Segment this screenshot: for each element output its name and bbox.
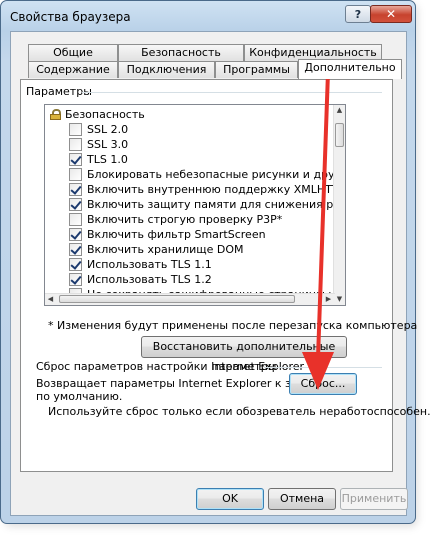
checkbox-unchecked[interactable] <box>69 168 82 181</box>
setting-item-label: Блокировать небезопасные рисунки и друго… <box>87 168 335 181</box>
scroll-left-arrow-icon[interactable]: ◀ <box>45 294 56 305</box>
setting-item[interactable]: Включить строгую проверку P3P* <box>45 212 335 227</box>
checkbox-checked[interactable] <box>69 228 82 241</box>
tab-general[interactable]: Общие <box>28 44 118 61</box>
setting-item[interactable]: SSL 3.0 <box>45 137 335 152</box>
setting-item[interactable]: Использовать TLS 1.1 <box>45 257 335 272</box>
tab-connections[interactable]: Подключения <box>118 61 215 78</box>
checkbox-checked[interactable] <box>69 153 82 166</box>
setting-item-label: Включить фильтр SmartScreen <box>87 228 266 241</box>
setting-item-label: Использовать TLS 1.2 <box>87 273 212 286</box>
category-label: Безопасность <box>65 108 145 121</box>
setting-item[interactable]: TLS 1.0 <box>45 152 335 167</box>
scroll-right-arrow-icon[interactable]: ▶ <box>323 294 334 305</box>
tab-programs[interactable]: Программы <box>215 61 298 78</box>
setting-item-label: Использовать TLS 1.1 <box>87 258 212 271</box>
horizontal-scrollbar[interactable]: ◀ ▶ <box>45 293 335 305</box>
scroll-up-arrow-icon[interactable]: ▲ <box>334 105 345 116</box>
setting-item-label: SSL 2.0 <box>87 123 129 136</box>
close-button[interactable]: ✕ <box>370 5 412 23</box>
setting-item-label: TLS 1.0 <box>87 153 128 166</box>
tab-security[interactable]: Безопасность <box>118 44 244 61</box>
restart-note: * Изменения будут применены после переза… <box>48 319 418 332</box>
tree-category-security[interactable]: Безопасность <box>45 107 335 122</box>
checkbox-checked[interactable] <box>69 243 82 256</box>
close-icon: ✕ <box>385 7 397 21</box>
setting-item[interactable]: SSL 2.0 <box>45 122 335 137</box>
checkbox-checked[interactable] <box>69 258 82 271</box>
checkbox-checked[interactable] <box>69 273 82 286</box>
checkbox-unchecked[interactable] <box>69 213 82 226</box>
tab-advanced[interactable]: Дополнительно <box>298 59 402 79</box>
lock-icon <box>50 109 61 120</box>
setting-item-label: Включить строгую проверку P3P* <box>87 213 283 226</box>
settings-tree-list[interactable]: Безопасность SSL 2.0 SSL 3.0 TLS 1.0 Блокир… <box>44 104 346 306</box>
scroll-down-arrow-icon[interactable]: ▼ <box>334 294 345 305</box>
vertical-scroll-thumb[interactable] <box>335 123 344 147</box>
setting-item[interactable]: Использовать TLS 1.2 <box>45 272 335 287</box>
setting-item-label: Включить внутреннюю поддержку XMLHTTP <box>87 183 335 196</box>
restore-advanced-button[interactable]: Восстановить дополнительные параметры <box>141 336 347 373</box>
setting-item[interactable]: Блокировать небезопасные рисунки и друго… <box>45 167 335 182</box>
ok-button[interactable]: OK <box>196 488 264 510</box>
reset-description-line2: по умолчанию. <box>36 390 123 403</box>
horizontal-scroll-thumb[interactable] <box>59 295 295 303</box>
vertical-scrollbar[interactable]: ▲ ▼ <box>333 105 345 305</box>
window-title: Свойства браузера <box>10 10 131 24</box>
settings-group-divider <box>82 92 382 93</box>
checkbox-unchecked[interactable] <box>69 138 82 151</box>
reset-hint: Используйте сброс только если обозревате… <box>48 405 431 418</box>
setting-item[interactable]: Включить хранилище DOM <box>45 242 335 257</box>
setting-item[interactable]: Включить защиту памяти для снижения риск… <box>45 197 335 212</box>
title-bar[interactable]: Свойства браузера ? ✕ <box>1 1 415 31</box>
setting-item-label: Включить защиту памяти для снижения риск… <box>87 198 335 211</box>
reset-button[interactable]: Сброс... <box>289 373 357 395</box>
setting-item[interactable]: Включить внутреннюю поддержку XMLHTTP <box>45 182 335 197</box>
help-icon: ? <box>354 7 362 21</box>
setting-item[interactable]: Включить фильтр SmartScreen <box>45 227 335 242</box>
reset-group-divider <box>264 367 382 368</box>
tab-content[interactable]: Содержание <box>28 61 118 78</box>
checkbox-checked[interactable] <box>69 183 82 196</box>
setting-item-label: Включить хранилище DOM <box>87 243 244 256</box>
cancel-button[interactable]: Отмена <box>268 488 336 510</box>
setting-item-label: SSL 3.0 <box>87 138 129 151</box>
apply-button[interactable]: Применить <box>340 488 408 510</box>
help-button[interactable]: ? <box>345 5 371 23</box>
checkbox-checked[interactable] <box>69 198 82 211</box>
checkbox-unchecked[interactable] <box>69 123 82 136</box>
